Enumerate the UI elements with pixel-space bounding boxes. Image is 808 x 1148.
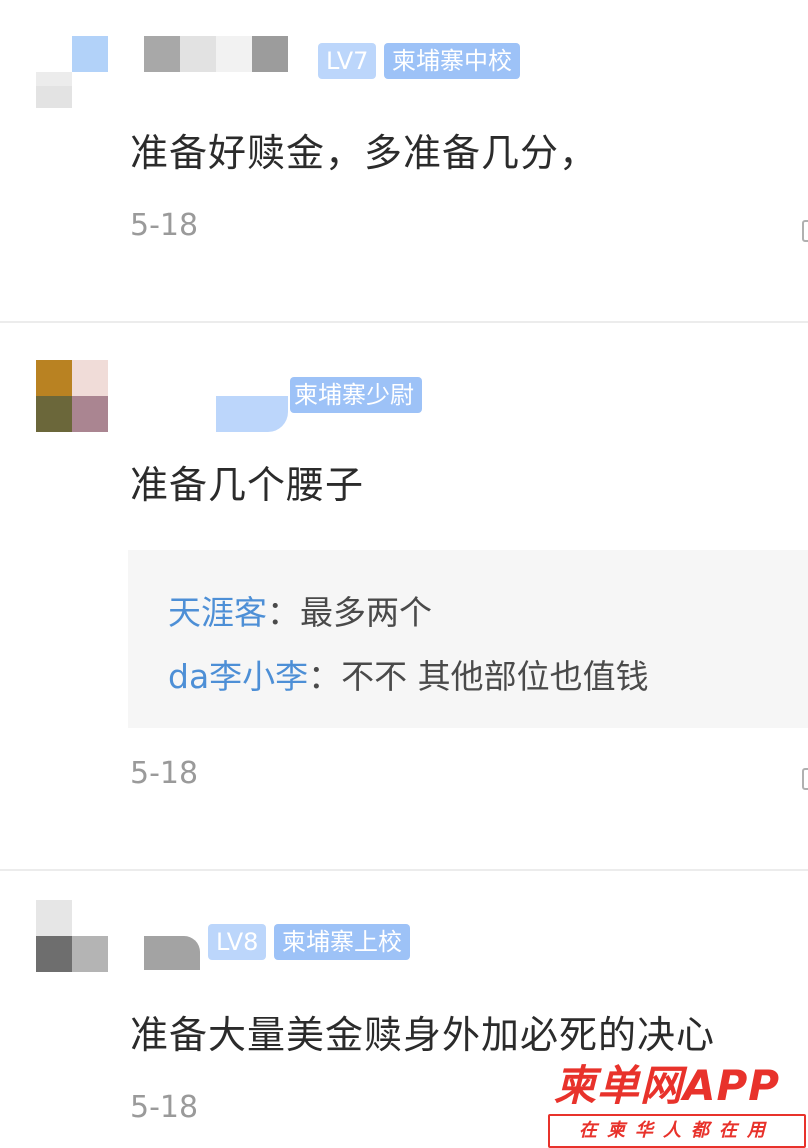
reply-item[interactable]: 天涯客：最多两个 (168, 586, 432, 634)
comment-feed: LV7 柬埔寨中校 准备好赎金，多准备几分， 5-18 柬埔寨少尉 准备几个腰子… (0, 0, 808, 1148)
level-badge: LV8 (208, 924, 267, 960)
comment-item: LV7 柬埔寨中校 准备好赎金，多准备几分， 5-18 (0, 0, 808, 322)
level-badge: LV7 (318, 43, 377, 79)
reply-separator: ： (267, 593, 300, 632)
app-watermark: 柬单网APP 在柬华人都在用 (548, 1060, 808, 1148)
watermark-subtitle: 在柬华人都在用 (548, 1114, 806, 1148)
comment-text: 准备好赎金，多准备几分， (130, 131, 599, 175)
reply-message: 最多两个 (300, 593, 432, 632)
reply-message: 不不 其他部位也值钱 (341, 657, 649, 696)
rank-badge: 柬埔寨少尉 (290, 377, 422, 413)
reply-separator: ： (308, 657, 342, 696)
more-actions-icon[interactable] (802, 220, 808, 242)
more-actions-icon[interactable] (802, 768, 808, 790)
comment-date: 5-18 (130, 208, 199, 243)
reply-username[interactable]: da李小李 (168, 657, 308, 696)
reply-item[interactable]: da李小李：不不 其他部位也值钱 (168, 650, 649, 698)
watermark-title: 柬单网APP (554, 1061, 781, 1110)
reply-box[interactable]: 天涯客：最多两个 da李小李：不不 其他部位也值钱 (128, 550, 808, 728)
comment-text: 准备大量美金赎身外加必死的决心 (130, 1013, 716, 1057)
rank-badge: 柬埔寨上校 (274, 924, 410, 960)
comment-date: 5-18 (130, 756, 199, 791)
comment-item: 柬埔寨少尉 准备几个腰子 天涯客：最多两个 da李小李：不不 其他部位也值钱 5… (0, 322, 808, 870)
comment-date: 5-18 (130, 1090, 199, 1125)
rank-badge: 柬埔寨中校 (384, 43, 520, 79)
comment-text: 准备几个腰子 (130, 463, 365, 507)
reply-username[interactable]: 天涯客 (168, 593, 267, 632)
